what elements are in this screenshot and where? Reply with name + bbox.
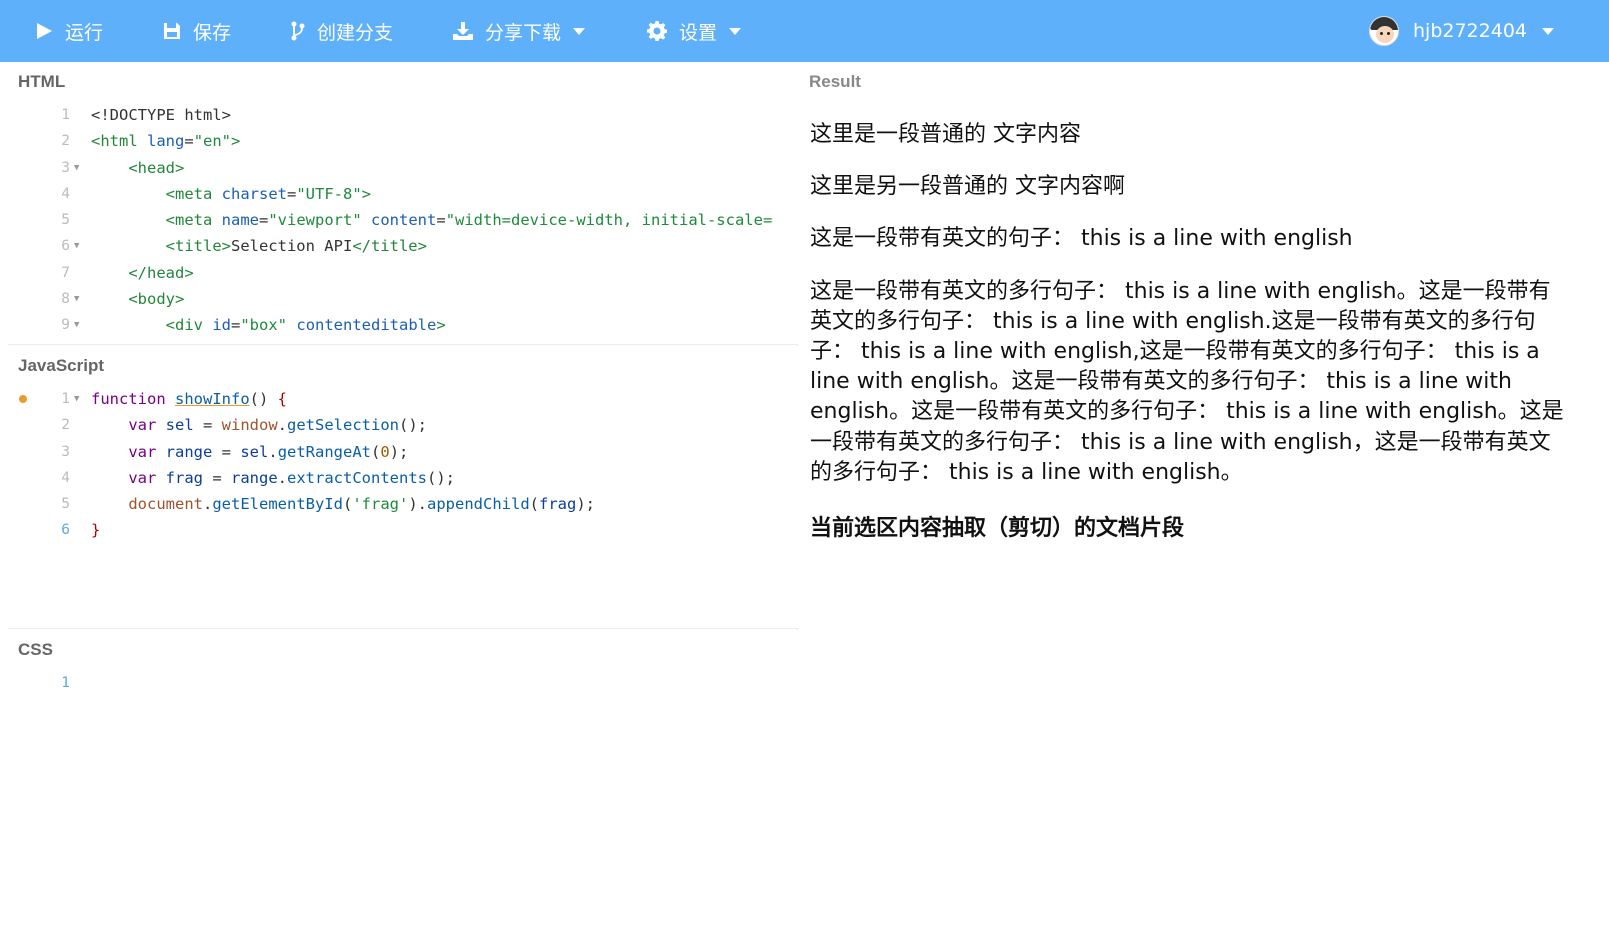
result-heading: 当前选区内容抽取（剪切）的文档片段 [810,516,1185,542]
share-label: 分享下载 [485,21,562,44]
result-paragraph: 这里是另一段普通的 文字内容啊 [810,174,1125,200]
gear-icon [647,21,667,41]
css-editor-pane[interactable]: CSS 1 [8,630,798,933]
html-editor-pane[interactable]: HTML 1 <!DOCTYPE html> 2 <html lang="en"> … [8,62,798,345]
code-line: 6} [61,521,101,540]
code-line: 6 ▼ <title>Selection API</title> [8,233,798,259]
fold-arrow-icon: ▼ [74,320,80,331]
save-label: 保存 [193,21,232,44]
result-content[interactable]: 这里是一段普通的 文字内容 这里是另一段普通的 文字内容啊 这是一段带有英文的句… [810,120,1566,542]
code-line: 2 var sel = window.getSelection(); [61,416,427,435]
code-line: 5 document.getElementById('frag').append… [61,495,595,514]
result-paragraph: 这是一段带有英文的句子： this is a line with english [810,226,1353,252]
pane-title: CSS [18,640,53,659]
download-icon [453,22,473,40]
avatar [1369,16,1399,46]
chevron-down-icon [573,27,586,35]
code-line: 8 ▼ <body> [8,286,798,312]
code-line: 2 <html lang="en"> [61,132,241,151]
code-line: 3 var range = sel.getRangeAt(0); [61,442,409,461]
code-line: 9 ▼ <div id="box" contenteditable> [8,312,798,338]
fold-arrow-icon: ▼ [74,294,80,305]
save-icon [164,23,180,39]
result-paragraph: 这是一段带有英文的多行句子： this is a line with engli… [810,278,1564,485]
share-download-button[interactable]: 分享下载 [453,0,586,62]
code-line: 3 ▼ <head> [8,155,798,181]
chevron-down-icon [1542,27,1554,35]
pane-title: HTML [18,72,66,91]
code-line: 5 <meta name="viewport" content="width=d… [61,211,773,230]
code-line: 7 </head> [61,263,194,282]
code-line: 4 var frag = range.extractContents(); [61,468,455,487]
branch-label: 创建分支 [317,21,394,44]
save-button[interactable]: 保存 [163,0,231,62]
username: hjb2722404 [1413,20,1527,42]
run-label: 运行 [65,21,104,44]
code-line: 1 ▼ function showInfo() { [8,386,798,412]
code-area[interactable]: 1 [8,670,798,696]
settings-label: 设置 [679,21,718,44]
pane-title: Result [809,72,861,91]
toolbar: 运行 保存 创建分支 分享下载 设置 hjb2722404 [0,0,1609,62]
run-button[interactable]: 运行 [36,0,103,62]
user-menu[interactable]: hjb2722404 [1369,0,1554,62]
code-area[interactable]: 1 ▼ function showInfo() { 2 var sel = wind… [8,386,798,544]
js-editor-pane[interactable]: JavaScript 1 ▼ function showInfo() { 2 var… [8,346,798,629]
create-branch-button[interactable]: 创建分支 [291,0,393,62]
code-line: 1 <!DOCTYPE html> [61,106,231,124]
fold-arrow-icon: ▼ [74,241,80,252]
result-pane: Result 这里是一段普通的 文字内容 这里是另一段普通的 文字内容啊 这是一… [799,62,1609,933]
chevron-down-icon [729,27,742,35]
fold-arrow-icon: ▼ [74,162,80,173]
settings-button[interactable]: 设置 [647,0,742,62]
branch-icon [291,21,305,41]
editor-column: HTML 1 <!DOCTYPE html> 2 <html lang="en"> … [8,62,798,933]
fold-arrow-icon: ▼ [74,394,80,404]
pane-title: JavaScript [18,356,104,375]
code-line: 1 [61,675,70,691]
play-icon [37,23,52,39]
code-area[interactable]: 1 <!DOCTYPE html> 2 <html lang="en"> 3 ▼ <h… [8,102,798,339]
code-line: 4 <meta charset="UTF-8"> [61,184,372,203]
result-paragraph: 这里是一段普通的 文字内容 [810,122,1081,147]
